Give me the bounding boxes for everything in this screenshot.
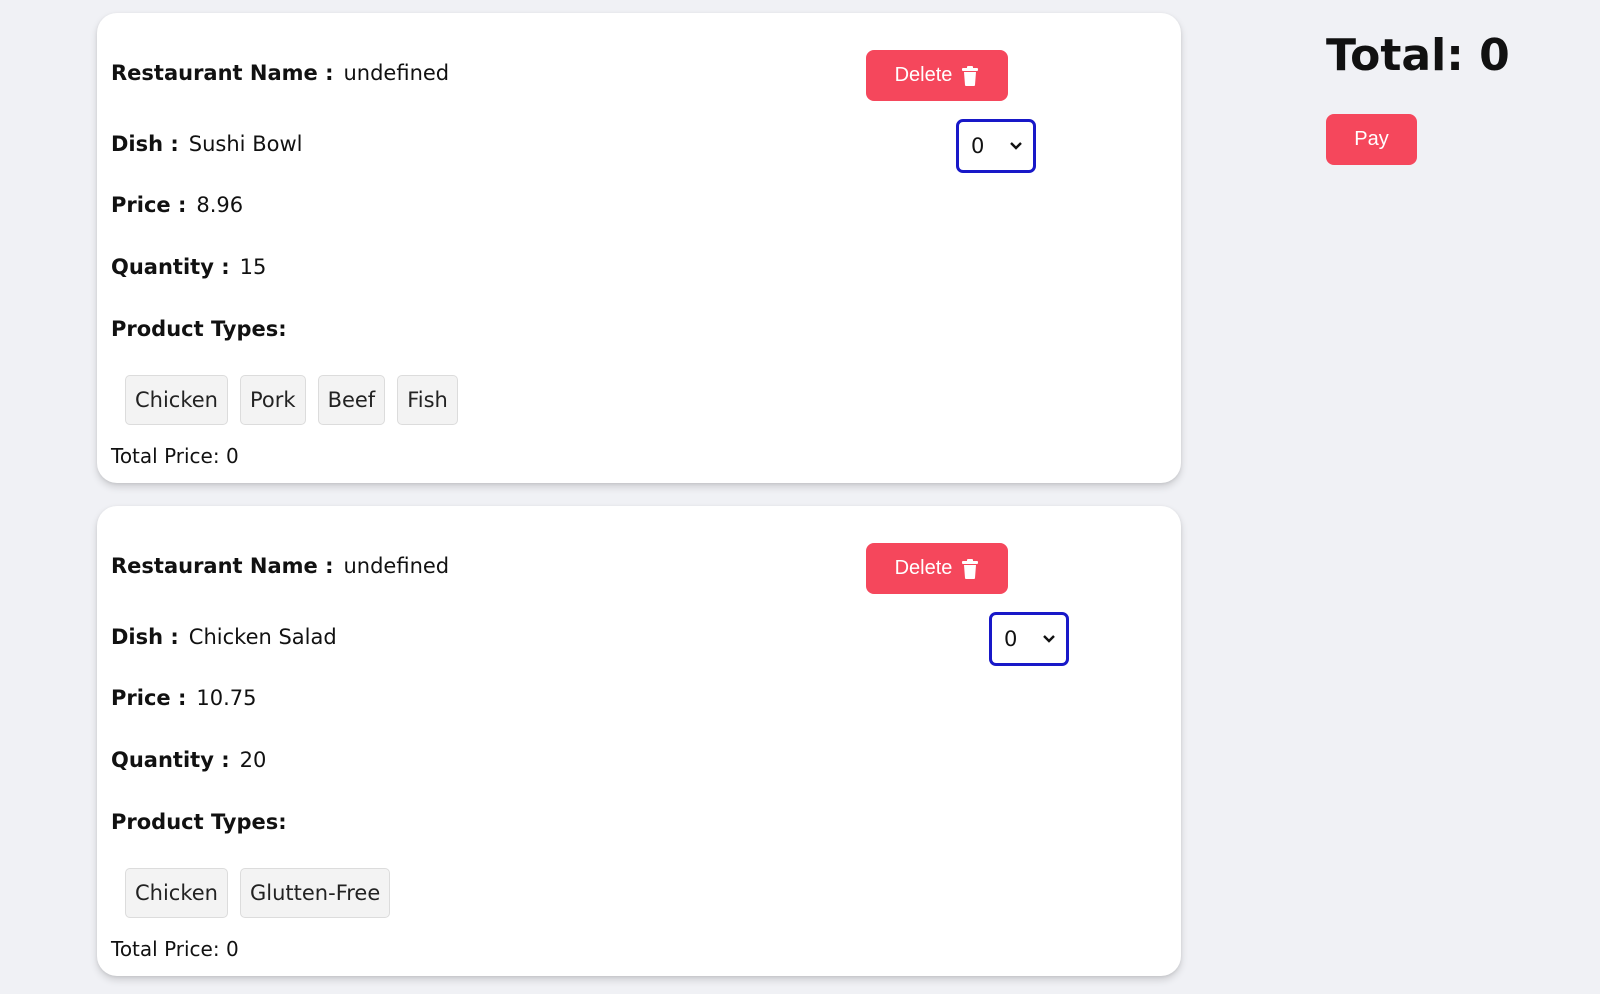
price-label: Price : <box>111 193 187 217</box>
trash-icon <box>962 558 979 579</box>
product-types-list: Chicken Glutten-Free <box>125 868 391 918</box>
product-type-tag: Fish <box>397 375 458 425</box>
delete-button-label: Delete <box>894 64 953 86</box>
quantity-row: Quantity : 15 <box>111 253 266 281</box>
price-value: 8.96 <box>196 193 244 217</box>
product-types-list: Chicken Pork Beef Fish <box>125 375 458 425</box>
cart-item-card: Restaurant Name : undefined Delete Dish :… <box>97 13 1181 483</box>
quantity-label: Quantity : <box>111 255 230 279</box>
quantity-value: 20 <box>239 748 267 772</box>
delete-button-label: Delete <box>894 557 953 579</box>
product-type-tag: Chicken <box>125 375 228 425</box>
product-type-tag: Glutten-Free <box>240 868 391 918</box>
dish-row: Dish : Chicken Salad <box>111 623 337 651</box>
product-types-label: Product Types: <box>111 810 287 834</box>
quantity-select-value: 0 <box>1004 627 1018 651</box>
product-type-tag: Beef <box>317 375 386 425</box>
chevron-down-icon <box>1043 635 1055 643</box>
delete-button[interactable]: Delete <box>866 50 1008 101</box>
price-row: Price : 10.75 <box>111 684 256 712</box>
quantity-value: 15 <box>239 255 267 279</box>
restaurant-name-row: Restaurant Name : undefined <box>111 552 449 580</box>
price-value: 10.75 <box>196 686 257 710</box>
item-total-price: Total Price: 0 <box>111 444 239 468</box>
dish-value: Sushi Bowl <box>188 132 303 156</box>
quantity-select-value: 0 <box>971 134 985 158</box>
dish-label: Dish : <box>111 132 179 156</box>
price-label: Price : <box>111 686 187 710</box>
restaurant-name-row: Restaurant Name : undefined <box>111 59 449 87</box>
dish-row: Dish : Sushi Bowl <box>111 130 302 158</box>
chevron-down-icon <box>1010 142 1022 150</box>
delete-button[interactable]: Delete <box>866 543 1008 594</box>
grand-total: Total: 0 <box>1326 30 1510 81</box>
quantity-select[interactable]: 0 <box>989 612 1069 666</box>
dish-label: Dish : <box>111 625 179 649</box>
dish-value: Chicken Salad <box>188 625 337 649</box>
cart-item-card: Restaurant Name : undefined Delete Dish :… <box>97 506 1181 976</box>
trash-icon <box>962 65 979 86</box>
product-type-tag: Pork <box>240 375 306 425</box>
pay-button[interactable]: Pay <box>1326 114 1417 165</box>
restaurant-name-label: Restaurant Name : <box>111 61 334 85</box>
item-total-price: Total Price: 0 <box>111 937 239 961</box>
restaurant-name-label: Restaurant Name : <box>111 554 334 578</box>
quantity-label: Quantity : <box>111 748 230 772</box>
product-type-tag: Chicken <box>125 868 228 918</box>
quantity-row: Quantity : 20 <box>111 746 266 774</box>
restaurant-name-value: undefined <box>343 61 450 85</box>
price-row: Price : 8.96 <box>111 191 243 219</box>
restaurant-name-value: undefined <box>343 554 450 578</box>
quantity-select[interactable]: 0 <box>956 119 1036 173</box>
product-types-label: Product Types: <box>111 317 287 341</box>
